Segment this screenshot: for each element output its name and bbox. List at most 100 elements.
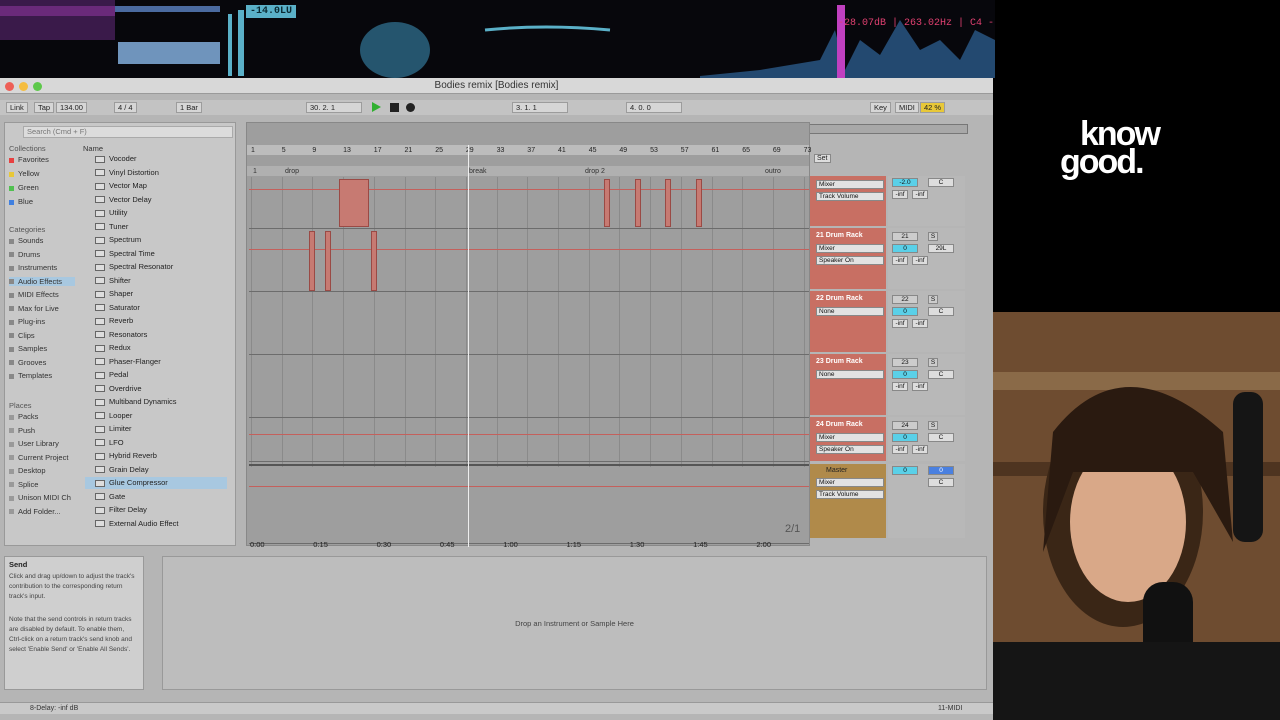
track-name[interactable]: 24 Drum Rack xyxy=(816,421,863,428)
locator-marker[interactable]: drop xyxy=(285,168,299,175)
midi-map-button[interactable]: MIDI xyxy=(895,102,919,113)
browser-list-item[interactable]: Filter Delay xyxy=(85,504,227,516)
track-header[interactable]: 22 Drum Rack None xyxy=(810,291,886,352)
record-icon[interactable] xyxy=(406,103,415,112)
solo-button[interactable]: S xyxy=(928,232,938,241)
track-pan-field[interactable]: 29L xyxy=(928,244,954,253)
browser-list-item[interactable]: Pedal xyxy=(85,369,227,381)
automation-control-chooser[interactable]: Track Volume xyxy=(816,192,884,201)
place-item[interactable]: Unison MIDI Ch xyxy=(9,493,71,502)
master-lane[interactable] xyxy=(249,464,809,544)
track-volume-field[interactable]: 0 xyxy=(892,307,918,316)
solo-button[interactable]: S xyxy=(928,295,938,304)
tap-tempo-button[interactable]: Tap xyxy=(34,102,55,113)
category-item[interactable]: Instruments xyxy=(9,263,75,272)
track-lane-21[interactable] xyxy=(249,229,809,292)
locator-marker[interactable]: 1 xyxy=(253,168,257,175)
collection-item[interactable]: Favorites xyxy=(9,155,49,164)
cue-volume-field[interactable]: 0 xyxy=(928,466,954,475)
browser-list-item[interactable]: Phaser-Flanger xyxy=(85,356,227,368)
midi-clip[interactable] xyxy=(635,179,641,227)
device-drop-zone[interactable]: Drop an Instrument or Sample Here xyxy=(162,556,987,690)
track-volume-field[interactable]: 0 xyxy=(892,244,918,253)
arrangement-position-field[interactable]: 30. 2. 1 xyxy=(306,102,362,113)
loop-start-field[interactable]: 3. 1. 1 xyxy=(512,102,568,113)
track-pan-field[interactable]: C xyxy=(928,370,954,379)
track-volume-field[interactable]: 0 xyxy=(892,433,918,442)
locator-marker[interactable]: drop 2 xyxy=(585,168,605,175)
track-name[interactable]: 21 Drum Rack xyxy=(816,232,863,239)
time-signature-field[interactable]: 4 / 4 xyxy=(114,102,137,113)
midi-clip[interactable] xyxy=(604,179,610,227)
minimize-window-button[interactable] xyxy=(19,82,28,91)
link-button[interactable]: Link xyxy=(6,102,28,113)
master-pan-field[interactable]: C xyxy=(928,478,954,487)
place-item[interactable]: Packs xyxy=(9,412,38,421)
track-header[interactable]: 21 Drum Rack Mixer Speaker On xyxy=(810,228,886,289)
track-lane-22[interactable] xyxy=(249,292,809,355)
track-lane-20[interactable] xyxy=(249,177,809,229)
browser-list-item[interactable]: Vector Map xyxy=(85,180,227,192)
browser-list-item[interactable]: Resonators xyxy=(85,329,227,341)
track-lane-24[interactable] xyxy=(249,418,809,462)
midi-clip[interactable] xyxy=(339,179,369,227)
browser-list-item[interactable]: Grain Delay xyxy=(85,464,227,476)
collection-item[interactable]: Yellow xyxy=(9,169,39,178)
category-item[interactable]: Drums xyxy=(9,250,75,259)
automation-device-chooser[interactable]: Mixer xyxy=(816,478,884,487)
browser-list-item[interactable]: External Audio Effect xyxy=(85,518,227,530)
locator-marker[interactable]: break xyxy=(469,168,487,175)
solo-button[interactable]: S xyxy=(928,358,938,367)
track-activator-button[interactable]: 21 xyxy=(892,232,918,241)
browser-list-item[interactable]: Looper xyxy=(85,410,227,422)
automation-control-chooser[interactable]: Track Volume xyxy=(816,490,884,499)
browser-list-item[interactable]: Utility xyxy=(85,207,227,219)
browser-list-item[interactable]: Overdrive xyxy=(85,383,227,395)
track-activator-button[interactable]: 22 xyxy=(892,295,918,304)
zoom-window-button[interactable] xyxy=(33,82,42,91)
key-map-button[interactable]: Key xyxy=(870,102,891,113)
midi-clip[interactable] xyxy=(696,179,702,227)
place-item[interactable]: Current Project xyxy=(9,453,68,462)
automation-device-chooser[interactable]: None xyxy=(816,307,884,316)
loop-length-field[interactable]: 4. 0. 0 xyxy=(626,102,682,113)
track-activator-button[interactable]: 23 xyxy=(892,358,918,367)
place-item[interactable]: Push xyxy=(9,426,35,435)
category-item[interactable]: Plug-ins xyxy=(9,317,75,326)
place-item[interactable]: Add Folder... xyxy=(9,507,61,516)
track-header[interactable]: 23 Drum Rack None xyxy=(810,354,886,415)
collection-item[interactable]: Blue xyxy=(9,197,33,206)
master-track-name[interactable]: Master xyxy=(826,467,847,474)
set-button[interactable]: Set xyxy=(814,154,831,163)
browser-list-item[interactable]: Multiband Dynamics xyxy=(85,396,227,408)
track-activator-button[interactable]: 24 xyxy=(892,421,918,430)
browser-list-item[interactable]: Redux xyxy=(85,342,227,354)
quantize-menu[interactable]: 1 Bar xyxy=(176,102,202,113)
track-name[interactable]: 22 Drum Rack xyxy=(816,295,863,302)
close-window-button[interactable] xyxy=(5,82,14,91)
place-item[interactable]: Desktop xyxy=(9,466,46,475)
track-lane-23[interactable] xyxy=(249,355,809,418)
arrangement-view[interactable]: 1 5 9 13 17 21 25 29 33 37 41 45 49 53 57 61 65 69 73 1 dro… xyxy=(246,122,811,547)
play-icon[interactable] xyxy=(372,102,381,112)
midi-clip[interactable] xyxy=(371,231,377,291)
category-item[interactable]: Clips xyxy=(9,331,75,340)
place-item[interactable]: User Library xyxy=(9,439,59,448)
track-pan-field[interactable]: C xyxy=(928,433,954,442)
browser-list-item[interactable]: Spectrum xyxy=(85,234,227,246)
browser-list-item[interactable]: Vinyl Distortion xyxy=(85,167,227,179)
browser-name-header[interactable]: Name xyxy=(83,144,103,153)
locator-marker[interactable]: outro xyxy=(765,168,781,175)
browser-list-item[interactable]: Hybrid Reverb xyxy=(85,450,227,462)
browser-list-item[interactable]: Glue Compressor xyxy=(85,477,227,489)
browser-list-item[interactable]: Gate xyxy=(85,491,227,503)
locator-strip[interactable] xyxy=(247,166,809,176)
browser-list-item[interactable]: Vocoder xyxy=(85,153,227,165)
master-volume-field[interactable]: 0 xyxy=(892,466,918,475)
category-item[interactable]: Sounds xyxy=(9,236,75,245)
track-pan-field[interactable]: C xyxy=(928,307,954,316)
solo-button[interactable]: S xyxy=(928,421,938,430)
midi-clip[interactable] xyxy=(665,179,671,227)
automation-control-chooser[interactable]: Speaker On xyxy=(816,445,884,454)
browser-list-item[interactable]: Vector Delay xyxy=(85,194,227,206)
